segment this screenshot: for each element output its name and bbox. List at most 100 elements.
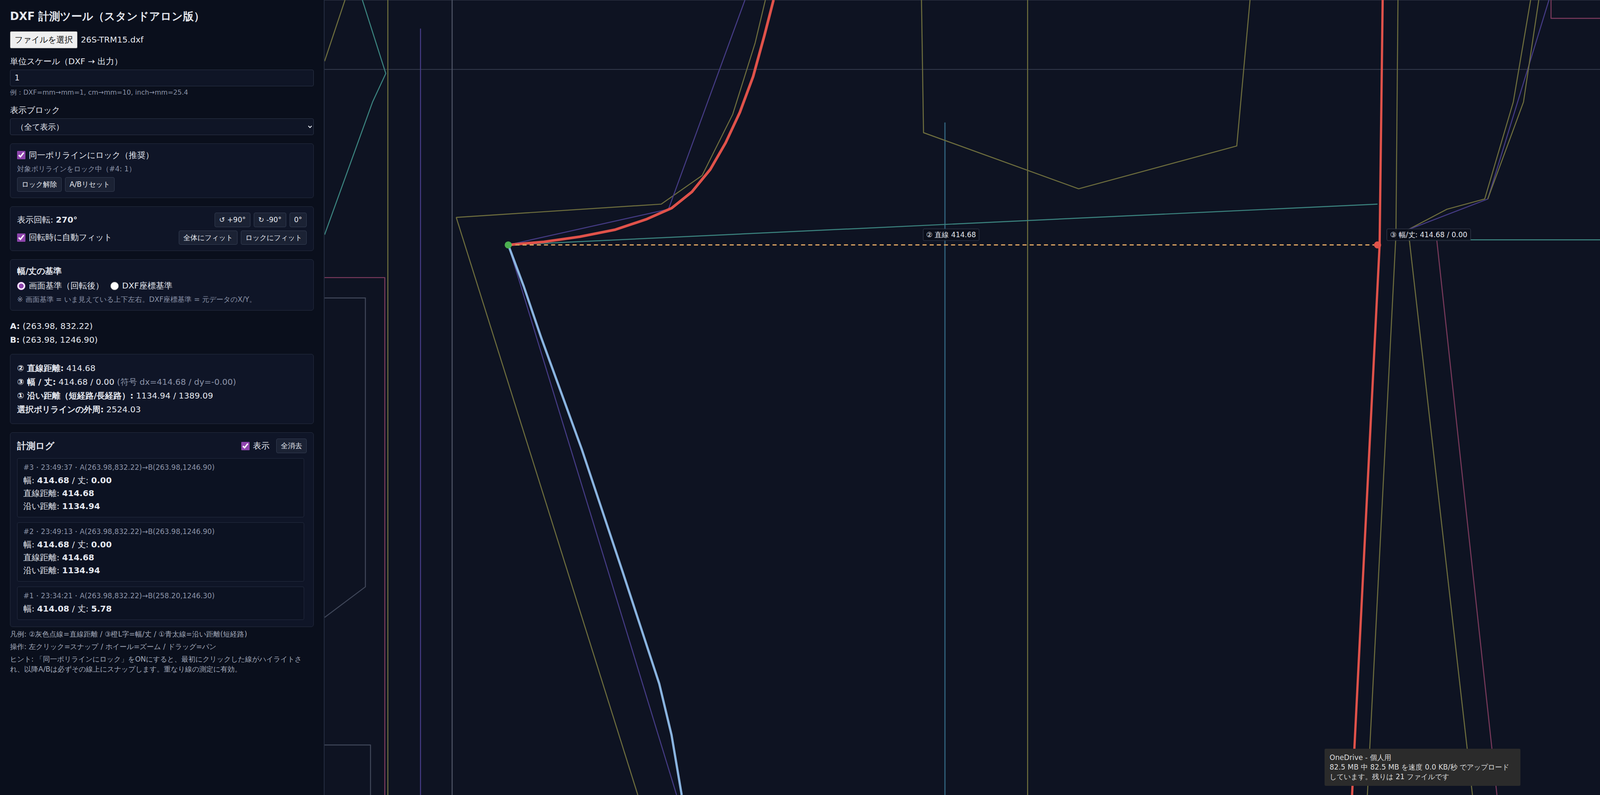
pattern-line[interactable] [1550,0,1600,19]
basis-option[interactable]: 画面基準（回転後） [17,280,104,292]
autofit-label: 回転時に自動フィット [28,231,113,243]
log-entry-part: 沿い距離: [23,500,63,511]
fit-button[interactable]: 全体にフィット [178,230,238,245]
footer-note: 操作: 左クリック=スナップ / ホイール=ズーム / ドラッグ=パン [10,641,314,652]
log-panel: 計測ログ表示全消去 #3・23:49:37・A(263.98,832.22)→B(… [10,432,314,627]
rotation-buttons: ↺ +90°↻ -90°0° [214,212,307,228]
lock-row[interactable]: 同一ポリラインにロック（推奨） [17,149,307,161]
result-label: 選択ポリラインの外周: [17,404,104,415]
pattern-line[interactable] [1487,0,1539,199]
pattern-line[interactable] [1027,0,1028,795]
measure-label: ② 直線 414.68 [922,228,980,241]
footer-note: 凡例: ②灰色点線=直線距離 / ③橙L字=幅/丈 / ①青太線=沿い距離(短経… [10,629,314,640]
pattern-line[interactable] [508,245,677,795]
lock-status: 対象ポリラインをロック中（#4: 1） [17,164,307,174]
block-label: 表示ブロック [10,104,314,116]
lock-button[interactable]: ロック解除 [17,177,62,192]
result-label: ② 直線距離: [17,362,64,373]
result-value: 414.68 [66,362,96,373]
rotate-button[interactable]: 0° [289,212,307,228]
pattern-line[interactable] [508,0,745,245]
drawing-canvas[interactable]: AB② 直線 414.68③ 幅/丈: 414.68 / 0.00OneDriv… [324,0,1600,795]
log-entry-part: 1134.94 [62,500,100,511]
result-label: ① 沿い距離（短経路/長経路）: [17,390,134,401]
basis-radio[interactable] [110,281,119,290]
pattern-line[interactable] [324,0,345,62]
log-entry-part: 414.68 [62,552,95,563]
file-button[interactable]: ファイルを選択 [10,31,78,49]
pattern-line[interactable] [420,28,421,795]
pattern-line[interactable] [1436,239,1497,795]
sidebar: DXF 計測ツール（スタンドアロン版）ファイルを選択26S-TRM15.dxf単… [0,0,325,795]
point-label: A: [10,320,20,331]
pattern-line[interactable] [387,0,389,795]
fit-button[interactable]: ロックにフィット [240,230,307,245]
pattern-drawing[interactable]: AB [324,0,1600,795]
pattern-line[interactable] [456,0,766,218]
scale-input[interactable] [10,69,314,87]
log-entry-part: 414.68 [37,539,70,550]
pattern-line[interactable] [1408,0,1550,230]
rotate-button[interactable]: ↻ -90° [253,212,287,228]
pattern-line[interactable] [1352,0,1383,795]
pattern-line[interactable] [508,245,682,795]
lock-button[interactable]: A/Bリセット [65,177,115,192]
result-label: ③ 幅 / 丈: [17,376,56,387]
log-show-label: 表示 [252,440,270,452]
log-entry-line: 沿い距離: 1134.94 [23,563,298,577]
file-name: 26S-TRM15.dxf [80,34,144,46]
pattern-line[interactable] [324,744,371,795]
point-value: (263.98, 1246.90) [22,334,98,345]
log-controls: 表示全消去 [241,438,307,453]
point-marker[interactable]: B [1374,241,1382,249]
log-show-toggle[interactable]: 表示 [241,440,270,452]
log-entry-part: / 丈: [69,475,92,485]
pattern-line[interactable] [324,277,385,795]
pattern-line[interactable] [1408,0,1531,230]
result-line: ③ 幅 / 丈: 414.68 / 0.00 (符号 dx=414.68 / d… [17,376,307,388]
log-show-checkbox[interactable] [241,441,250,450]
pattern-line[interactable] [451,0,453,795]
pattern-line[interactable] [456,217,638,795]
block-select[interactable]: （全て表示） [10,118,314,135]
log-entry-line: 幅: 414.68 / 丈: 0.00 [23,537,298,551]
pattern-line[interactable] [1408,229,1473,795]
log-clear-button[interactable]: 全消去 [276,438,307,453]
pattern-line[interactable] [508,0,774,245]
toast-text: 82.5 MB 中 82.5 MB を速度 0.0 KB/秒 でアップロードして… [1329,762,1516,782]
point-marker[interactable]: A [504,241,512,249]
log-header: 計測ログ表示全消去 [17,438,307,453]
pattern-line[interactable] [508,204,1378,245]
upload-toast: OneDrive - 個人用82.5 MB 中 82.5 MB を速度 0.0 … [1324,748,1521,786]
result-line: 選択ポリラインの外周: 2524.03 [17,403,307,415]
log-entry-part: 1134.94 [62,565,100,575]
pattern-line[interactable] [921,0,1251,189]
log-entry-header: #3・23:49:37・A(263.98,832.22)→B(263.98,12… [23,462,298,473]
autofit-checkbox[interactable] [17,233,26,242]
pattern-line[interactable] [324,297,366,618]
log-entry-line: 沿い距離: 1134.94 [23,499,298,513]
log-entry: #3・23:49:37・A(263.98,832.22)→B(263.98,12… [17,457,305,518]
log-entry: #1・23:34:21・A(263.98,832.22)→B(258.20,12… [17,586,305,620]
log-entry-part: 直線距離: [23,552,63,563]
autofit-toggle[interactable]: 回転時に自動フィット [17,231,113,243]
measure-label: ③ 幅/丈: 414.68 / 0.00 [1386,228,1471,241]
log-list[interactable]: #3・23:49:37・A(263.98,832.22)→B(263.98,12… [17,457,307,621]
rotate-button[interactable]: ↺ +90° [214,212,251,228]
distance-line [508,244,1378,246]
result-value: 2524.03 [106,404,141,415]
log-entry-part: / 丈: [69,539,92,550]
result-line: ② 直線距離: 414.68 [17,362,307,374]
pattern-line[interactable] [324,0,386,235]
pattern-line[interactable] [324,0,1600,1]
lock-checkbox[interactable] [17,150,26,160]
log-entry-header: #2・23:49:13・A(263.98,832.22)→B(263.98,12… [23,526,298,537]
basis-options: 画面基準（回転後） DXF座標基準 [17,280,307,292]
basis-radio[interactable] [17,281,26,290]
log-entry-line: 幅: 414.08 / 丈: 5.78 [23,602,298,615]
toast-title: OneDrive - 個人用 [1329,752,1516,763]
basis-option[interactable]: DXF座標基準 [110,280,173,292]
result-value: 1134.94 / 1389.09 [136,390,214,401]
pattern-line[interactable] [324,69,1600,70]
pattern-line[interactable] [944,122,946,795]
